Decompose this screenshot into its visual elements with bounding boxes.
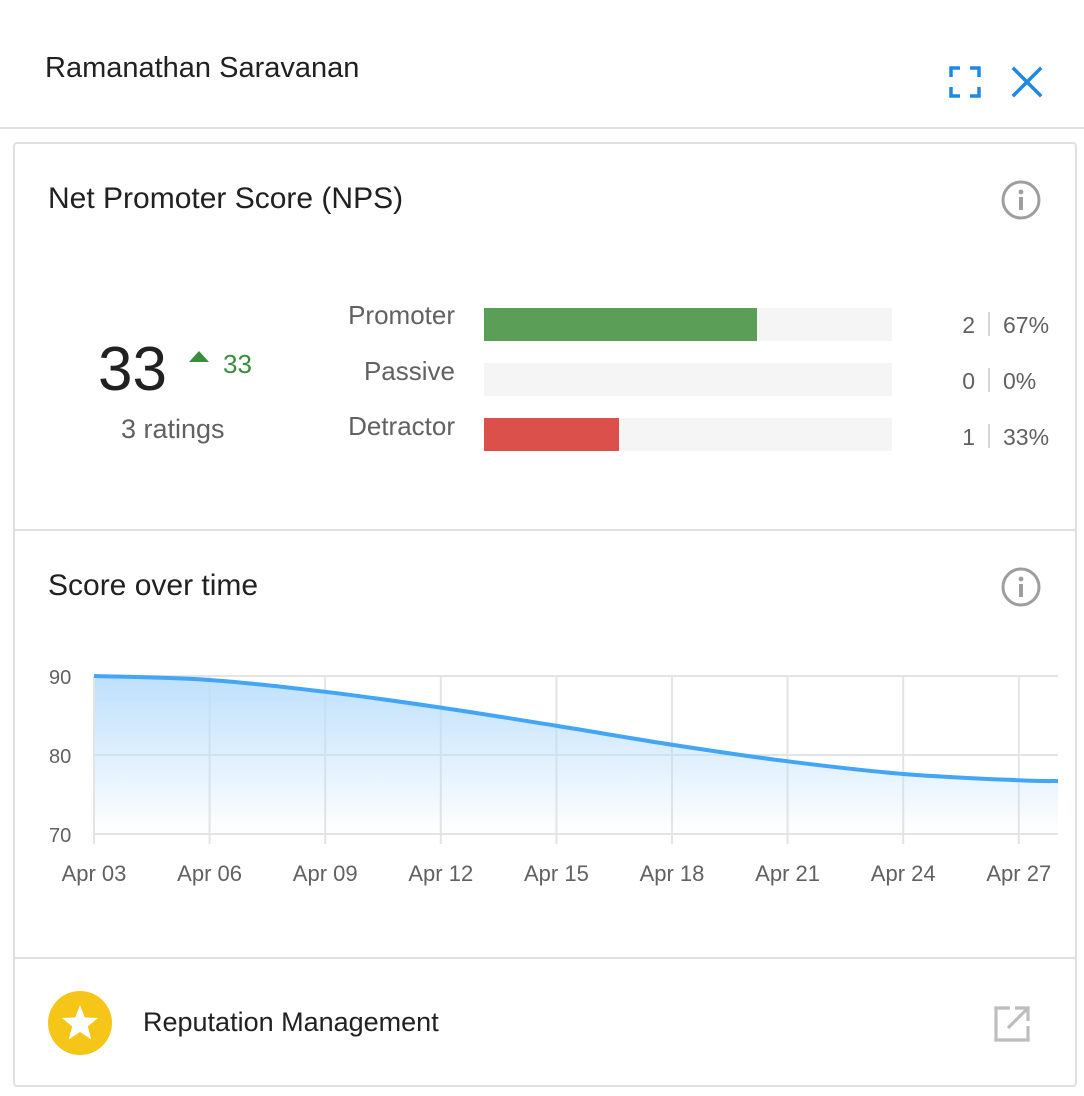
x-tick-label: Apr 24 xyxy=(871,861,936,886)
nps-row-label: Promoter xyxy=(348,300,455,330)
nps-row-count: 2 xyxy=(962,312,975,338)
score-over-time-title: Score over time xyxy=(48,569,259,602)
page-title: Ramanathan Saravanan xyxy=(45,52,360,84)
nps-row-label: Detractor xyxy=(348,411,455,441)
close-icon[interactable] xyxy=(1005,60,1049,104)
trend-up-icon xyxy=(189,351,209,362)
content-panel: Net Promoter Score (NPS) 33 33 3 ratings… xyxy=(13,142,1077,1087)
divider xyxy=(988,368,990,392)
open-in-new-icon[interactable] xyxy=(991,1003,1033,1045)
y-tick-label: 90 xyxy=(49,667,71,689)
x-tick-label: Apr 09 xyxy=(293,861,358,886)
nps-row-percent: 0% xyxy=(1003,368,1037,394)
x-tick-label: Apr 21 xyxy=(755,861,820,886)
panel-header: Ramanathan Saravanan xyxy=(0,0,1084,129)
nps-row-label: Passive xyxy=(363,356,455,386)
x-tick-label: Apr 15 xyxy=(524,861,589,886)
nps-score: 33 xyxy=(98,335,167,404)
nps-title: Net Promoter Score (NPS) xyxy=(48,182,404,215)
nps-bar-track xyxy=(484,363,892,396)
x-tick-label: Apr 12 xyxy=(408,861,473,886)
x-tick-label: Apr 03 xyxy=(62,861,127,886)
y-tick-label: 80 xyxy=(49,746,71,768)
divider xyxy=(988,312,990,336)
star-icon xyxy=(48,991,112,1055)
x-tick-label: Apr 06 xyxy=(177,861,242,886)
x-tick-label: Apr 18 xyxy=(640,861,705,886)
nps-row-percent: 67% xyxy=(1003,312,1050,338)
nps-row-count: 0 xyxy=(962,368,975,394)
nps-bar-track xyxy=(484,308,892,341)
nps-row-percent: 33% xyxy=(1003,424,1050,450)
info-icon[interactable] xyxy=(999,178,1043,222)
score-over-time-section: Score over time 90 80 70 Apr 03 Apr 06 Apr 09… xyxy=(15,531,1075,959)
x-tick-label: Apr 27 xyxy=(986,861,1051,886)
nps-row-count: 1 xyxy=(962,424,975,450)
y-tick-label: 70 xyxy=(49,825,71,847)
nps-section: Net Promoter Score (NPS) 33 33 3 ratings… xyxy=(15,144,1075,531)
ratings-count: 3 ratings xyxy=(121,414,225,444)
info-icon[interactable] xyxy=(999,565,1043,609)
nps-bar-track xyxy=(484,418,892,451)
fullscreen-icon[interactable] xyxy=(945,62,985,102)
nps-trend-value: 33 xyxy=(223,349,252,379)
reputation-label: Reputation Management xyxy=(143,1007,439,1037)
divider xyxy=(988,424,990,448)
nps-bar-fill-detractor xyxy=(484,418,619,451)
reputation-row[interactable]: Reputation Management xyxy=(15,959,1075,1087)
nps-bar-fill-promoter xyxy=(484,308,758,341)
score-over-time-chart: 90 80 70 Apr 03 Apr 06 Apr 09 Apr 12 Apr 15 Apr … xyxy=(49,667,1059,886)
